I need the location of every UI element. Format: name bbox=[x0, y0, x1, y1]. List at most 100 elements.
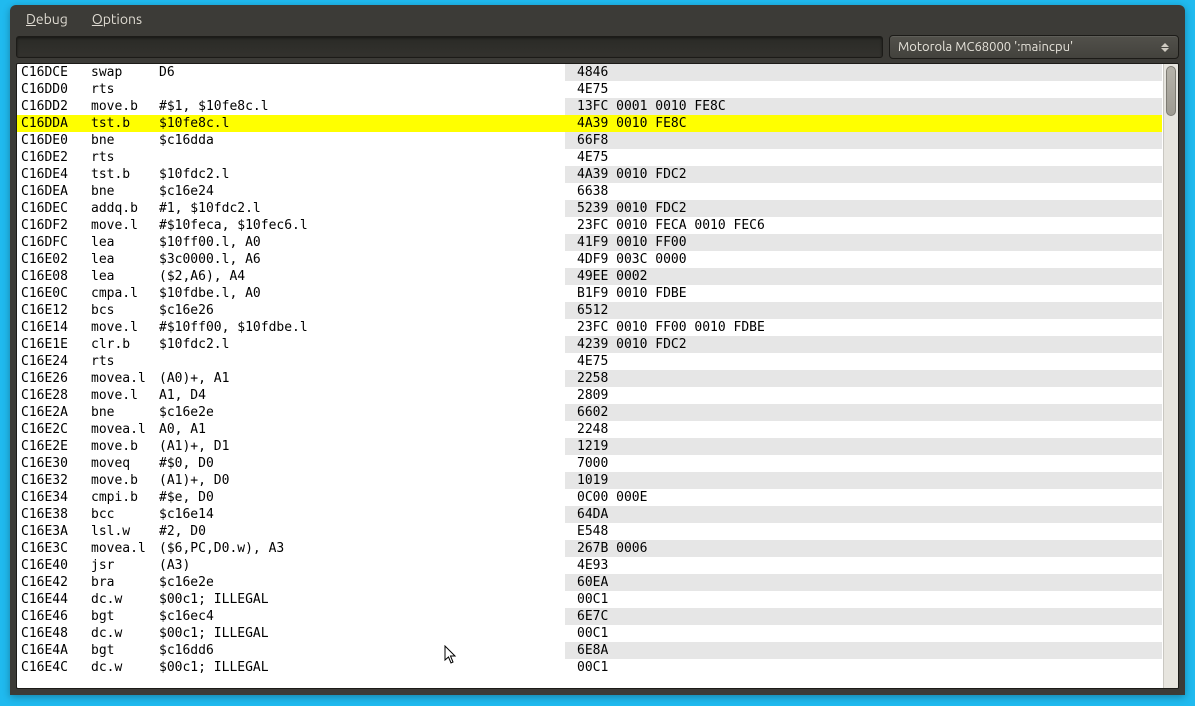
disassembly-row[interactable]: C16E08lea($2,A6), A449EE 0002 bbox=[17, 268, 1162, 285]
operands-cell: $c16dd6 bbox=[159, 642, 565, 659]
opcode-cell: jsr bbox=[91, 557, 159, 574]
disassembly-row[interactable]: C16E48dc.w$00c1; ILLEGAL00C1 bbox=[17, 625, 1162, 642]
opcode-cell: cmpi.b bbox=[91, 489, 159, 506]
disassembly-row[interactable]: C16DEAbne$c16e246638 bbox=[17, 183, 1162, 200]
disassembly-body[interactable]: C16DCEswapD64846C16DD0rts4E75C16DD2move.… bbox=[17, 64, 1162, 688]
disassembly-row[interactable]: C16DCEswapD64846 bbox=[17, 64, 1162, 81]
hex-cell: 1019 bbox=[565, 472, 1162, 489]
disassembly-view: C16DCEswapD64846C16DD0rts4E75C16DD2move.… bbox=[16, 63, 1179, 689]
disassembly-row[interactable]: C16E30moveq#$0, D07000 bbox=[17, 455, 1162, 472]
disassembly-row[interactable]: C16E3Alsl.w#2, D0E548 bbox=[17, 523, 1162, 540]
hex-cell: E548 bbox=[565, 523, 1162, 540]
disassembly-row[interactable]: C16E2Cmovea.lA0, A12248 bbox=[17, 421, 1162, 438]
opcode-cell: bne bbox=[91, 183, 159, 200]
disassembly-row[interactable]: C16E2Emove.b(A1)+, D11219 bbox=[17, 438, 1162, 455]
disassembly-row[interactable]: C16DFClea$10ff00.l, A041F9 0010 FF00 bbox=[17, 234, 1162, 251]
disassembly-row[interactable]: C16DF2move.l#$10feca, $10fec6.l23FC 0010… bbox=[17, 217, 1162, 234]
disassembly-row[interactable]: C16E26movea.l(A0)+, A12258 bbox=[17, 370, 1162, 387]
addr-cell: C16E2E bbox=[17, 438, 91, 455]
disassembly-row[interactable]: C16E42bra$c16e2e60EA bbox=[17, 574, 1162, 591]
menubar: Debug Options bbox=[10, 5, 1185, 33]
hex-cell: 00C1 bbox=[565, 625, 1162, 642]
operands-cell: $c16e2e bbox=[159, 574, 565, 591]
disassembly-row[interactable]: C16DE2rts4E75 bbox=[17, 149, 1162, 166]
disassembly-row[interactable]: C16DECaddq.b#1, $10fdc2.l5239 0010 FDC2 bbox=[17, 200, 1162, 217]
disassembly-row[interactable]: C16DDAtst.b$10fe8c.l4A39 0010 FE8C bbox=[17, 115, 1162, 132]
disassembly-row[interactable]: C16E2Abne$c16e2e6602 bbox=[17, 404, 1162, 421]
disassembly-row[interactable]: C16E38bcc$c16e1464DA bbox=[17, 506, 1162, 523]
operands-cell: #$10ff00, $10fdbe.l bbox=[159, 319, 565, 336]
disassembly-row[interactable]: C16E3Cmovea.l($6,PC,D0.w), A3267B 0006 bbox=[17, 540, 1162, 557]
disassembly-row[interactable]: C16E12bcs$c16e266512 bbox=[17, 302, 1162, 319]
menu-debug[interactable]: Debug bbox=[16, 8, 78, 30]
hex-cell: 4A39 0010 FE8C bbox=[565, 115, 1162, 132]
opcode-cell: swap bbox=[91, 64, 159, 81]
scrollbar-vertical[interactable] bbox=[1163, 64, 1178, 688]
disassembly-row[interactable]: C16E4Abgt$c16dd66E8A bbox=[17, 642, 1162, 659]
opcode-cell: dc.w bbox=[91, 659, 159, 676]
opcode-cell: tst.b bbox=[91, 166, 159, 183]
disassembly-row[interactable]: C16E46bgt$c16ec46E7C bbox=[17, 608, 1162, 625]
disassembly-row[interactable]: C16E14move.l#$10ff00, $10fdbe.l23FC 0010… bbox=[17, 319, 1162, 336]
opcode-cell: move.b bbox=[91, 98, 159, 115]
hex-cell: 4E75 bbox=[565, 149, 1162, 166]
opcode-cell: move.b bbox=[91, 438, 159, 455]
addr-cell: C16DE0 bbox=[17, 132, 91, 149]
opcode-cell: bra bbox=[91, 574, 159, 591]
opcode-cell: bgt bbox=[91, 642, 159, 659]
addr-cell: C16DFC bbox=[17, 234, 91, 251]
hex-cell: 2258 bbox=[565, 370, 1162, 387]
addr-cell: C16E38 bbox=[17, 506, 91, 523]
addr-cell: C16DDA bbox=[17, 115, 91, 132]
disassembly-row[interactable]: C16E24rts4E75 bbox=[17, 353, 1162, 370]
opcode-cell: dc.w bbox=[91, 625, 159, 642]
addr-cell: C16E3A bbox=[17, 523, 91, 540]
addr-cell: C16E42 bbox=[17, 574, 91, 591]
hex-cell: 4239 0010 FDC2 bbox=[565, 336, 1162, 353]
disassembly-row[interactable]: C16E44dc.w$00c1; ILLEGAL00C1 bbox=[17, 591, 1162, 608]
operands-cell: A1, D4 bbox=[159, 387, 565, 404]
opcode-cell: move.l bbox=[91, 319, 159, 336]
opcode-cell: lsl.w bbox=[91, 523, 159, 540]
hex-cell: 267B 0006 bbox=[565, 540, 1162, 557]
operands-cell: $00c1; ILLEGAL bbox=[159, 659, 565, 676]
disassembly-row[interactable]: C16E32move.b(A1)+, D01019 bbox=[17, 472, 1162, 489]
addr-cell: C16E32 bbox=[17, 472, 91, 489]
address-input[interactable] bbox=[16, 36, 883, 58]
operands-cell: $00c1; ILLEGAL bbox=[159, 591, 565, 608]
operands-cell: #1, $10fdc2.l bbox=[159, 200, 565, 217]
opcode-cell: movea.l bbox=[91, 421, 159, 438]
cpu-selector[interactable]: Motorola MC68000 ':maincpu' bbox=[889, 35, 1179, 59]
operands-cell: $c16dda bbox=[159, 132, 565, 149]
operands-cell: $10fdc2.l bbox=[159, 166, 565, 183]
operands-cell: ($2,A6), A4 bbox=[159, 268, 565, 285]
addr-cell: C16E12 bbox=[17, 302, 91, 319]
operands-cell: $10fdc2.l bbox=[159, 336, 565, 353]
disassembly-row[interactable]: C16E28move.lA1, D42809 bbox=[17, 387, 1162, 404]
operands-cell: #$0, D0 bbox=[159, 455, 565, 472]
scrollbar-thumb[interactable] bbox=[1166, 66, 1176, 116]
chevron-updown-icon bbox=[1158, 38, 1172, 56]
addr-cell: C16DD2 bbox=[17, 98, 91, 115]
opcode-cell: bne bbox=[91, 132, 159, 149]
hex-cell: 6638 bbox=[565, 183, 1162, 200]
opcode-cell: move.l bbox=[91, 217, 159, 234]
disassembly-row[interactable]: C16E0Ccmpa.l$10fdbe.l, A0B1F9 0010 FDBE bbox=[17, 285, 1162, 302]
disassembly-row[interactable]: C16DE0bne$c16dda66F8 bbox=[17, 132, 1162, 149]
disassembly-row[interactable]: C16DD2move.b#$1, $10fe8c.l13FC 0001 0010… bbox=[17, 98, 1162, 115]
hex-cell: 41F9 0010 FF00 bbox=[565, 234, 1162, 251]
addr-cell: C16E28 bbox=[17, 387, 91, 404]
menu-options[interactable]: Options bbox=[82, 8, 152, 30]
hex-cell: 1219 bbox=[565, 438, 1162, 455]
opcode-cell: lea bbox=[91, 234, 159, 251]
disassembly-row[interactable]: C16E1Eclr.b$10fdc2.l4239 0010 FDC2 bbox=[17, 336, 1162, 353]
disassembly-row[interactable]: C16DE4tst.b$10fdc2.l4A39 0010 FDC2 bbox=[17, 166, 1162, 183]
opcode-cell: clr.b bbox=[91, 336, 159, 353]
disassembly-row[interactable]: C16E4Cdc.w$00c1; ILLEGAL00C1 bbox=[17, 659, 1162, 676]
opcode-cell: lea bbox=[91, 251, 159, 268]
disassembly-row[interactable]: C16E40jsr(A3)4E93 bbox=[17, 557, 1162, 574]
disassembly-row[interactable]: C16DD0rts4E75 bbox=[17, 81, 1162, 98]
operands-cell: (A3) bbox=[159, 557, 565, 574]
disassembly-row[interactable]: C16E34cmpi.b#$e, D00C00 000E bbox=[17, 489, 1162, 506]
disassembly-row[interactable]: C16E02lea$3c0000.l, A64DF9 003C 0000 bbox=[17, 251, 1162, 268]
